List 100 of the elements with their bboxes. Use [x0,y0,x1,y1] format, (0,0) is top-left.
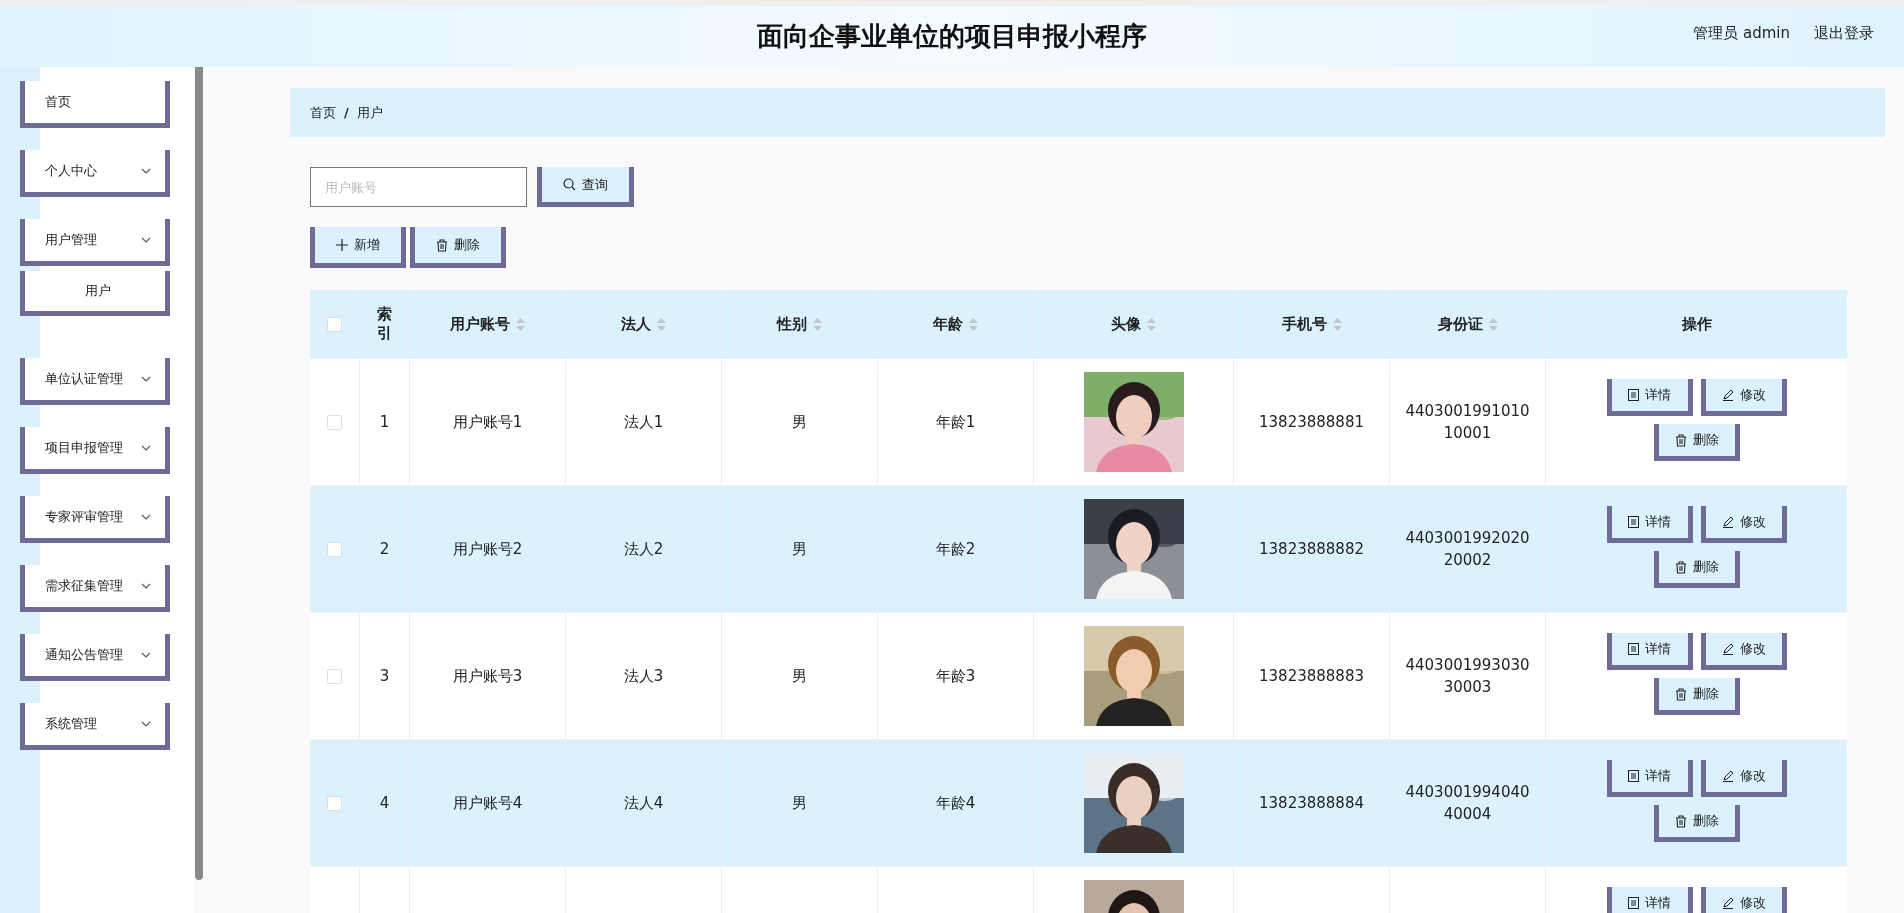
sort-icon[interactable] [1488,317,1498,331]
pencil-icon [1721,516,1734,528]
sort-icon[interactable] [516,317,525,331]
column-header: 法人 [621,314,651,334]
table-cell: 年龄3 [935,666,976,686]
table-cell-text: 13823888882 [1258,538,1365,560]
table-cell: 4 [379,794,390,812]
table-cell-text: 440300199303030003 [1404,654,1531,698]
chevron-down-icon [141,237,151,243]
edit-button[interactable]: 修改 [1700,760,1787,797]
sidebar-item[interactable]: 用户管理 [20,219,170,266]
edit-button[interactable]: 修改 [1700,379,1787,416]
chevron-down-icon [141,514,151,520]
detail-button[interactable]: 详情 [1606,506,1693,543]
edit-button[interactable]: 修改 [1700,887,1787,913]
column-header: 操作 [1681,314,1712,334]
sidebar-item[interactable]: 项目申报管理 [20,427,170,474]
chevron-down-icon [141,168,151,174]
sidebar-item[interactable]: 个人中心 [20,150,170,197]
table-cell: 男 [792,539,807,559]
column-header: 索引 [377,305,392,343]
delete-button[interactable]: 删除 [1653,678,1740,715]
column-header: 性别 [777,314,807,334]
pencil-icon [1721,643,1734,655]
delete-button[interactable]: 删除 [410,227,506,268]
table-cell: 年龄4 [935,793,976,813]
document-icon [1628,643,1639,655]
column-header: 身份证 [1437,314,1483,334]
document-icon [1628,389,1639,401]
trash-icon [1674,814,1687,828]
sort-icon[interactable] [969,317,978,331]
logout-link[interactable]: 退出登录 [1814,24,1874,43]
table-cell: 年龄2 [935,539,976,559]
add-button[interactable]: 新增 [310,227,406,268]
detail-button[interactable]: 详情 [1606,379,1693,416]
table-cell: 男 [792,793,807,813]
sidebar-subitem[interactable]: 用户 [20,271,170,316]
table-cell-text: 440300199404040004 [1404,781,1531,825]
sidebar-item[interactable]: 专家评审管理 [20,496,170,543]
sidebar-item[interactable]: 需求征集管理 [20,565,170,612]
breadcrumb-link[interactable]: 用户 [356,103,383,122]
chevron-down-icon [141,583,151,589]
delete-button[interactable]: 删除 [1653,805,1740,842]
table-cell-text: 13823888884 [1258,792,1365,814]
breadcrumb-separator: / [344,105,349,120]
table-cell: 年龄1 [935,412,976,432]
table-cell-text: 13823888883 [1258,665,1365,687]
delete-button[interactable]: 删除 [1653,551,1740,588]
row-checkbox[interactable] [327,414,342,430]
table-cell: 1 [379,413,390,431]
select-all-checkbox[interactable] [327,316,342,332]
sort-icon[interactable] [813,317,822,331]
search-button[interactable]: 查询 [537,167,634,207]
table-cell: 法人2 [623,539,664,559]
table-cell: 法人1 [623,412,664,432]
table-cell: 3 [379,667,390,685]
plus-icon [336,239,348,251]
table-cell: 用户账号4 [452,793,523,813]
sidebar-item[interactable]: 首页 [20,81,170,128]
pencil-icon [1721,770,1734,782]
table-cell-text: 440300199101010001 [1404,400,1531,444]
trash-icon [1674,433,1687,447]
table-cell: 用户账号2 [452,539,523,559]
row-checkbox[interactable] [327,541,342,557]
document-icon [1628,516,1639,528]
admin-label: 管理员 admin [1693,24,1790,43]
sort-icon[interactable] [657,317,666,331]
detail-button[interactable]: 详情 [1606,887,1693,913]
document-icon [1628,770,1639,782]
sidebar-item[interactable]: 系统管理 [20,703,170,750]
detail-button[interactable]: 详情 [1606,633,1693,670]
pencil-icon [1721,897,1734,909]
chevron-down-icon [141,376,151,382]
app-title: 面向企事业单位的项目申报小程序 [757,20,1147,53]
search-field[interactable]: 用户账号 [310,167,527,207]
sort-icon[interactable] [1332,317,1342,331]
trash-icon [436,238,448,252]
sidebar-item[interactable]: 单位认证管理 [20,358,170,405]
table-cell: 用户账号1 [452,412,523,432]
table-cell: 用户账号3 [452,666,523,686]
sidebar-item[interactable]: 通知公告管理 [20,634,170,681]
row-checkbox[interactable] [327,795,342,811]
table-cell-text: 13823888881 [1258,411,1365,433]
row-checkbox[interactable] [327,668,342,684]
chevron-down-icon [141,721,151,727]
document-icon [1628,897,1639,909]
table-cell: 法人3 [623,666,664,686]
table-cell: 法人4 [623,793,664,813]
edit-button[interactable]: 修改 [1700,506,1787,543]
chevron-down-icon [141,652,151,658]
table-cell: 男 [792,666,807,686]
scrollbar[interactable] [195,67,203,880]
delete-button[interactable]: 删除 [1653,424,1740,461]
detail-button[interactable]: 详情 [1606,760,1693,797]
sort-icon[interactable] [1147,317,1156,331]
column-header: 年龄 [933,314,963,334]
breadcrumb-link[interactable]: 首页 [310,103,336,122]
edit-button[interactable]: 修改 [1700,633,1787,670]
table-cell: 男 [792,412,807,432]
table-cell: 2 [379,540,390,558]
